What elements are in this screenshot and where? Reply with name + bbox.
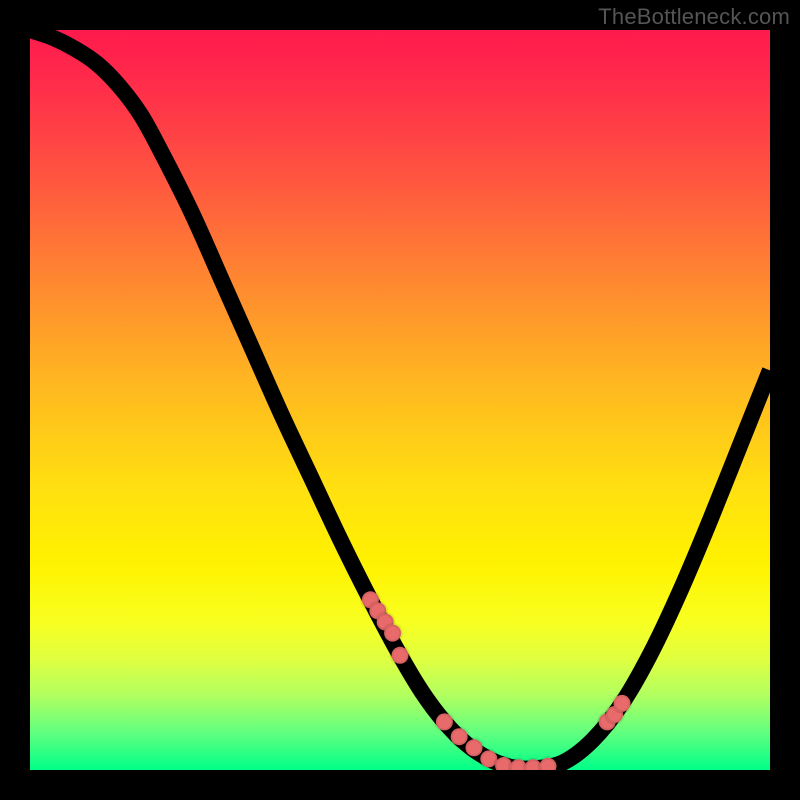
chart-marker <box>391 647 408 664</box>
watermark-text: TheBottleneck.com <box>598 4 790 30</box>
chart-marker <box>613 695 630 712</box>
chart-marker <box>539 758 556 770</box>
chart-marker <box>384 625 401 642</box>
chart-marker <box>436 713 453 730</box>
chart-plot-area <box>30 30 770 770</box>
chart-svg <box>30 30 770 770</box>
